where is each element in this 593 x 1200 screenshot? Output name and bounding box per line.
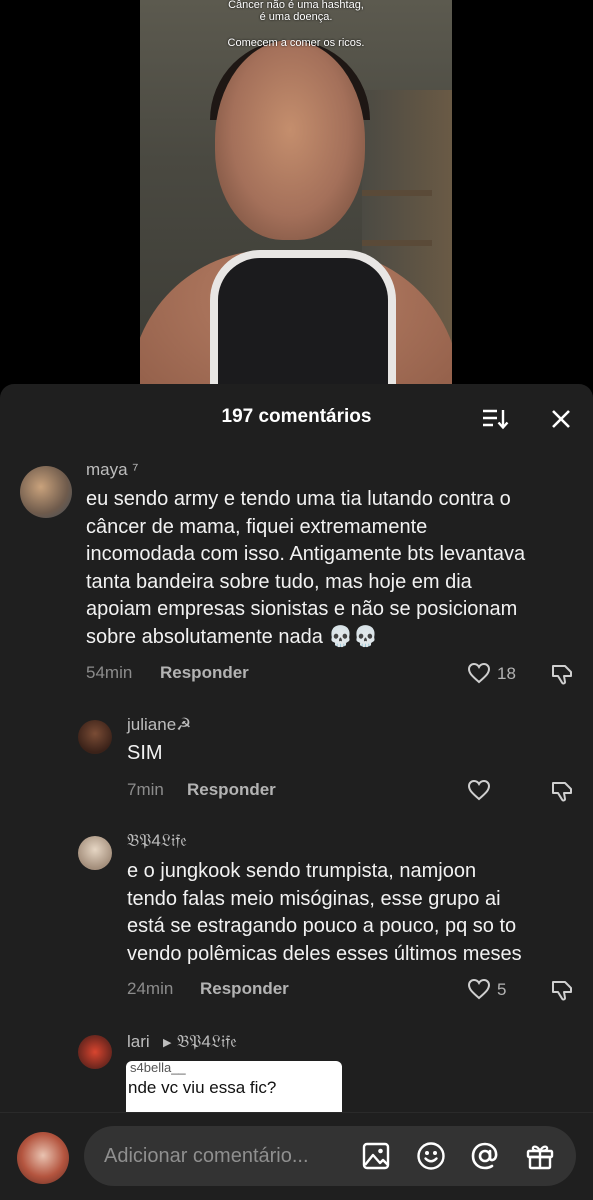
comment-text-line: tanta bandeira sobre tudo, mas hoje em d… [86,570,472,593]
emoji-icon[interactable] [415,1140,447,1172]
comment-username[interactable]: juliane☭ [127,715,191,735]
background-shelf [362,240,432,246]
like-count: 5 [497,980,507,999]
video-person-face [215,40,365,240]
reply-button[interactable]: Responder [200,979,289,999]
close-icon[interactable] [546,404,576,434]
comment-text-line: câncer de mama, fiquei extremamente [86,515,428,538]
comment-username[interactable]: lari [127,1032,150,1052]
comments-sheet: 197 comentários maya ⁷ eu sendo army e t… [0,384,593,1200]
comment-text-line: sobre absolutamente nada 💀💀 [86,625,379,648]
comment-text-line: SIM [127,742,163,764]
comment-timestamp: 7min [127,780,164,799]
comment-text-line: vendo polêmicas deles esses últimos mese… [127,942,522,965]
heart-icon[interactable] [466,977,492,1001]
comment-input-bar: Adicionar comentário... [0,1112,593,1200]
comment-text-line: apoiam empresas sionistas e não se posic… [86,598,518,620]
heart-icon[interactable] [466,661,492,685]
comment-input[interactable]: Adicionar comentário... [84,1126,576,1186]
video-player[interactable]: Câncer não é uma hashtag, é uma doença. … [140,0,452,400]
avatar[interactable] [20,466,72,518]
video-caption-line: Comecem a comer os ricos. [227,37,365,49]
user-avatar[interactable] [17,1132,69,1184]
quoted-text: nde vc viu essa fic? [128,1078,277,1097]
reply-to-username[interactable]: 𝔅𝔓4𝔏𝔦𝔣𝔢 [177,1032,237,1052]
comments-header: 197 comentários [0,384,593,450]
avatar[interactable] [78,836,112,870]
image-icon[interactable] [361,1141,391,1171]
dislike-icon[interactable] [549,778,575,804]
comment-text-line: incomodada com isso. Antigamente bts lev… [86,543,526,565]
background-shelf [362,190,432,196]
comment-text-line: está se estragando pouco a pouco, pq so … [127,915,517,937]
quoted-username: s4bella__ [130,1061,186,1075]
heart-icon[interactable] [466,778,492,802]
comment-text-line: eu sendo army e tendo uma tia lutando co… [86,488,511,510]
video-person-top [210,250,396,400]
comment-username[interactable]: maya ⁷ [86,460,138,480]
like-count: 18 [497,664,516,683]
comment-username[interactable]: 𝔅𝔓4𝔏𝔦𝔣𝔢 [127,831,187,851]
dislike-icon[interactable] [549,661,575,687]
reply-arrow-icon: ▶ [163,1037,172,1049]
avatar[interactable] [78,1035,112,1069]
video-caption-line: é uma doença. [259,11,333,23]
gift-icon[interactable] [524,1140,556,1172]
sort-icon[interactable] [478,404,512,434]
comment-timestamp: 54min [86,663,133,682]
at-icon[interactable] [469,1140,501,1172]
comment-text-line: e o jungkook sendo trumpista, namjoon [127,860,477,882]
avatar[interactable] [78,720,112,754]
reply-button[interactable]: Responder [187,780,276,800]
reply-button[interactable]: Responder [160,663,249,683]
comment-text-line: tendo falas meio misóginas, esse grupo a… [127,887,501,910]
comment-input-placeholder: Adicionar comentário... [104,1145,309,1167]
comment-timestamp: 24min [127,979,174,998]
dislike-icon[interactable] [549,977,575,1003]
